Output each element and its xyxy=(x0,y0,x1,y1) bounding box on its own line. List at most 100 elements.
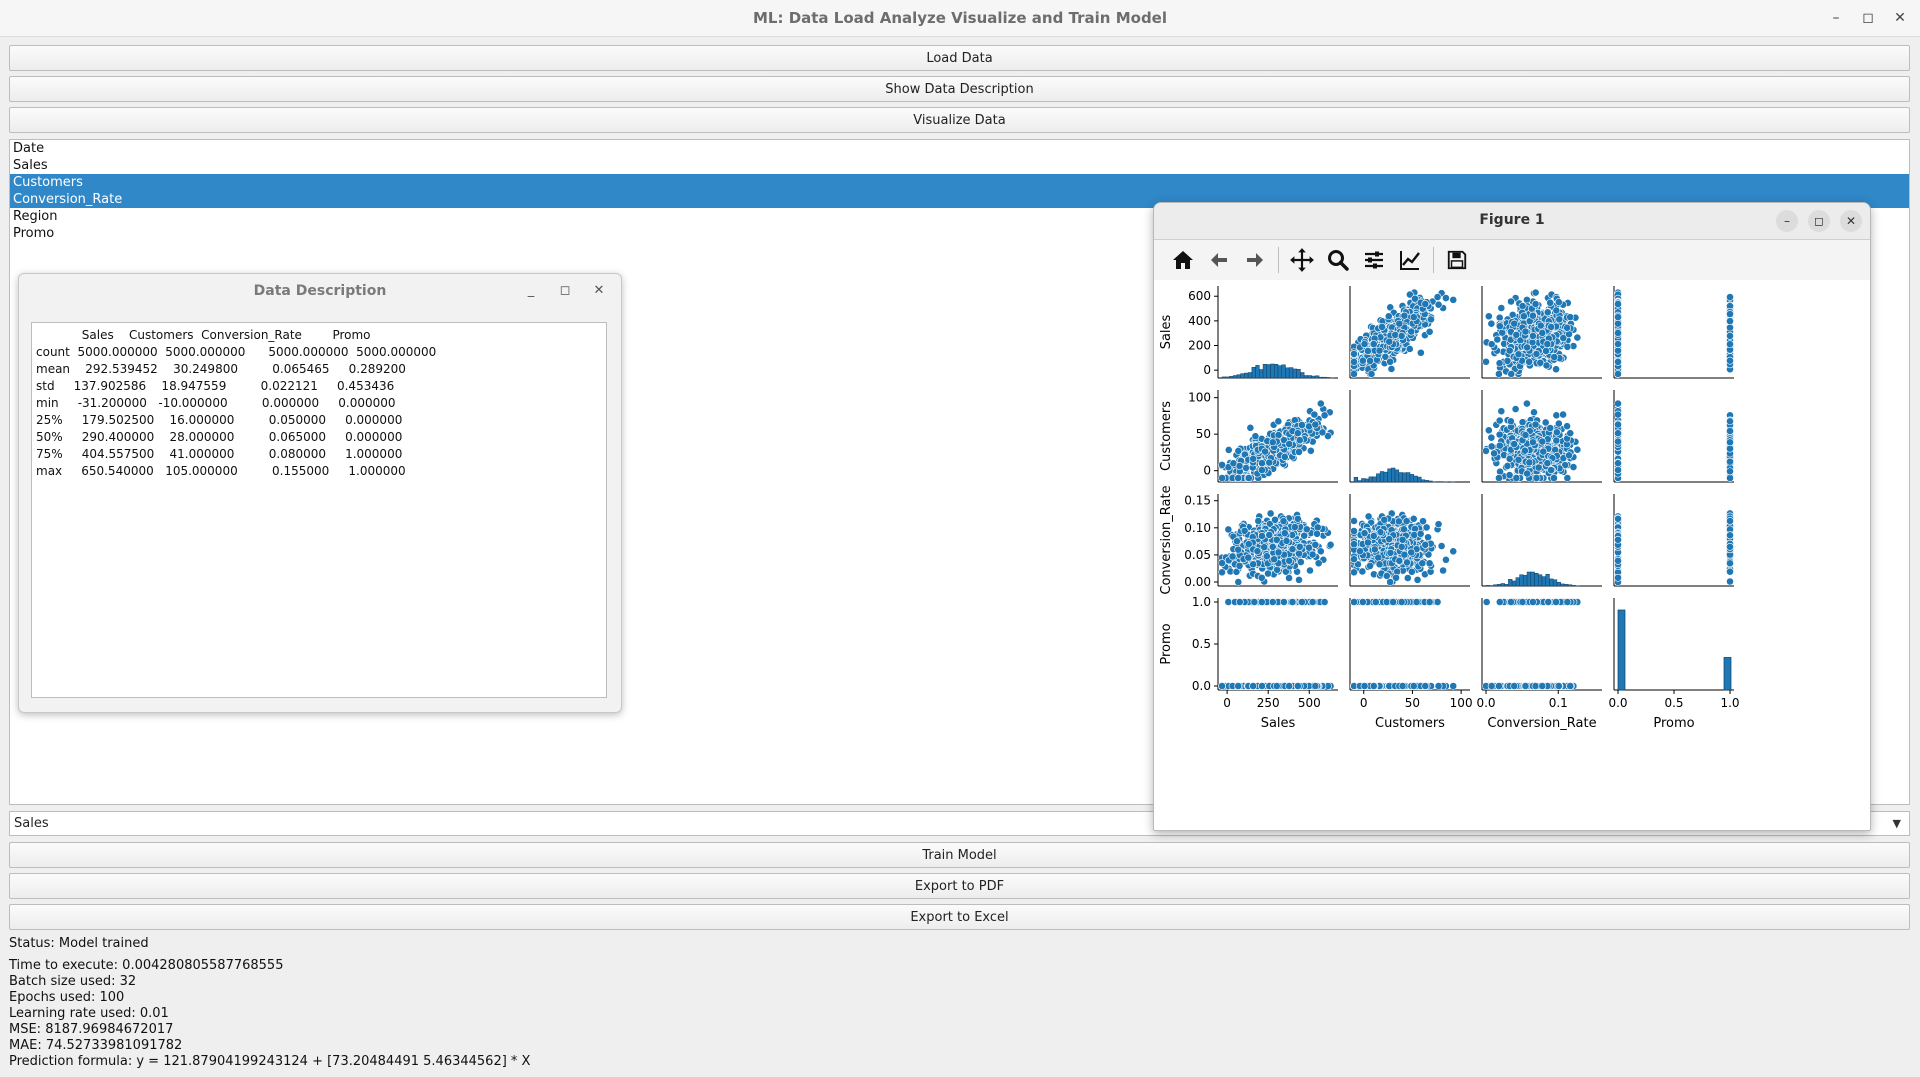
scatter-point xyxy=(1495,430,1504,439)
scatter-point xyxy=(1391,330,1400,339)
scatter-point xyxy=(1320,411,1329,420)
result-line: MSE: 8187.96984672017 xyxy=(9,1022,174,1037)
histogram-bar xyxy=(1247,372,1253,379)
close-icon[interactable]: ✕ xyxy=(587,281,611,301)
scatter-point xyxy=(1427,315,1435,324)
scatter-point xyxy=(1547,323,1556,331)
scatter-point xyxy=(1614,420,1622,429)
scatter-point xyxy=(1507,297,1515,306)
minimize-icon[interactable]: _ xyxy=(519,281,543,301)
results-panel: Time to execute: 0.004280805587768555 Ba… xyxy=(9,958,530,1070)
histogram-bar xyxy=(1274,364,1279,379)
histogram-bar xyxy=(1225,376,1230,379)
histogram-bar xyxy=(1311,375,1316,379)
scatter-point xyxy=(1573,445,1582,454)
scatter-point xyxy=(1266,509,1275,518)
scatter-point xyxy=(1264,569,1272,578)
show-data-description-button[interactable]: Show Data Description xyxy=(9,76,1910,102)
histogram-bar xyxy=(1391,467,1396,483)
back-icon[interactable] xyxy=(1204,245,1234,275)
pan-icon[interactable] xyxy=(1287,245,1317,275)
list-item[interactable]: Date xyxy=(10,140,1909,157)
scatter-point xyxy=(1235,462,1244,470)
dialog-title-bar[interactable]: Data Description _ ◻ ✕ xyxy=(19,274,621,308)
histogram-bar xyxy=(1307,375,1312,379)
scatter-point xyxy=(1360,340,1369,348)
result-line: Time to execute: 0.004280805587768555 xyxy=(9,958,284,973)
histogram-bar xyxy=(1221,376,1226,379)
scatter-point xyxy=(1425,327,1434,336)
scatter-point xyxy=(1314,559,1323,568)
maximize-icon[interactable]: ◻ xyxy=(553,281,577,301)
scatter-point xyxy=(1514,455,1523,464)
scatter-point xyxy=(1520,446,1529,455)
dialog-controls: _ ◻ ✕ xyxy=(519,281,611,301)
histogram-bar xyxy=(1285,367,1290,379)
scatter-point xyxy=(1519,312,1528,321)
figure-controls: – ◻ ✕ xyxy=(1776,210,1862,232)
minimize-icon[interactable]: – xyxy=(1776,210,1798,232)
forward-icon[interactable] xyxy=(1240,245,1270,275)
list-item[interactable]: Customers xyxy=(10,174,1909,191)
scatter-point xyxy=(1395,319,1404,328)
scatter-point xyxy=(1385,337,1394,346)
scatter-point xyxy=(1529,438,1537,447)
close-icon[interactable]: ✕ xyxy=(1840,210,1862,232)
histogram-bar xyxy=(1420,479,1426,483)
description-text-area[interactable]: Sales Customers Conversion_Rate Promo co… xyxy=(31,322,607,698)
histogram-bar xyxy=(1229,376,1234,379)
histogram-bar xyxy=(1277,365,1282,379)
home-icon[interactable] xyxy=(1168,245,1198,275)
list-item[interactable]: Sales xyxy=(10,157,1909,174)
scatter-point xyxy=(1495,416,1504,425)
maximize-icon[interactable]: ◻ xyxy=(1808,210,1830,232)
scatter-point xyxy=(1614,340,1622,348)
close-icon[interactable]: ✕ xyxy=(1888,8,1912,28)
scatter-point xyxy=(1614,346,1622,355)
train-model-button[interactable]: Train Model xyxy=(9,842,1910,868)
histogram-bar xyxy=(1259,369,1264,379)
scatter-point xyxy=(1614,300,1622,308)
scatter-point xyxy=(1614,399,1622,408)
scatter-point xyxy=(1228,552,1237,561)
scatter-point xyxy=(1442,294,1450,302)
scatter-point xyxy=(1484,312,1493,321)
figure-title-bar[interactable]: Figure 1 – ◻ ✕ xyxy=(1154,203,1870,240)
minimize-icon[interactable]: – xyxy=(1824,8,1848,28)
scatter-point xyxy=(1495,359,1504,368)
scatter-point xyxy=(1534,463,1543,472)
histogram-bar xyxy=(1266,364,1271,379)
save-icon[interactable] xyxy=(1442,245,1472,275)
scatter-point xyxy=(1295,448,1303,456)
histogram-bar xyxy=(1353,477,1358,483)
window-title: ML: Data Load Analyze Visualize and Trai… xyxy=(752,9,1167,27)
scatter-point xyxy=(1521,327,1530,336)
histogram-bar xyxy=(1296,368,1301,379)
scatter-point xyxy=(1268,438,1277,447)
scatter-point xyxy=(1326,540,1335,549)
scatter-point xyxy=(1505,346,1514,355)
chevron-down-icon[interactable]: ▼ xyxy=(1893,812,1901,835)
zoom-icon[interactable] xyxy=(1323,245,1353,275)
scatter-point xyxy=(1507,370,1516,378)
scatter-point xyxy=(1555,315,1564,324)
scatter-point xyxy=(1529,332,1537,340)
export-excel-button[interactable]: Export to Excel xyxy=(9,904,1910,930)
scatter-point xyxy=(1532,350,1541,358)
scatter-point xyxy=(1449,295,1458,304)
scatter-point xyxy=(1614,357,1622,366)
load-data-button[interactable]: Load Data xyxy=(9,45,1910,71)
visualize-data-button[interactable]: Visualize Data xyxy=(9,107,1910,133)
scatter-point xyxy=(1384,312,1393,321)
histogram-bar xyxy=(1270,363,1275,379)
histogram-bar xyxy=(1383,471,1388,483)
scatter-point xyxy=(1510,319,1519,328)
export-pdf-button[interactable]: Export to PDF xyxy=(9,873,1910,899)
maximize-icon[interactable]: ◻ xyxy=(1856,8,1880,28)
configure-subplots-icon[interactable] xyxy=(1359,245,1389,275)
edit-axis-icon[interactable] xyxy=(1395,245,1425,275)
scatter-point xyxy=(1546,424,1555,432)
scatter-point xyxy=(1257,466,1266,474)
scatter-point xyxy=(1234,447,1243,455)
scatter-point xyxy=(1566,429,1575,438)
